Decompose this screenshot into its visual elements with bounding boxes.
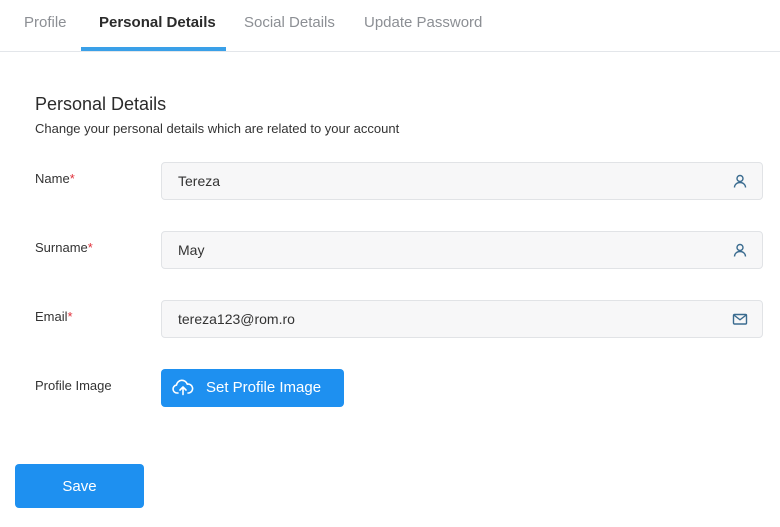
set-profile-image-label: Set Profile Image [206,379,322,396]
surname-field [161,231,763,269]
required-mark: * [67,309,73,324]
tab-profile[interactable]: Profile [24,0,67,52]
name-input[interactable] [178,163,718,199]
surname-label-text: Surname [35,240,88,255]
surname-label: Surname* [35,240,93,255]
profile-image-label: Profile Image [35,378,112,393]
name-field [161,162,763,200]
surname-input[interactable] [178,232,718,268]
email-label: Email* [35,309,73,324]
section-subtitle: Change your personal details which are r… [35,121,400,136]
required-mark: * [69,171,75,186]
email-field [161,300,763,338]
save-button[interactable]: Save [15,464,144,508]
name-label: Name* [35,171,75,186]
name-label-text: Name [35,171,70,186]
mail-icon [732,313,748,325]
section-title: Personal Details [35,94,167,114]
tab-social-details[interactable]: Social Details [244,0,335,52]
user-icon [733,174,747,188]
active-tab-indicator [81,47,226,51]
email-input[interactable] [178,301,718,337]
email-label-text: Email [35,309,68,324]
tab-update-password[interactable]: Update Password [364,0,482,52]
set-profile-image-button[interactable]: Set Profile Image [161,369,344,407]
tab-bar: Profile Personal Details Social Details … [0,0,780,52]
required-mark: * [87,240,93,255]
tab-personal-details[interactable]: Personal Details [99,0,216,52]
cloud-upload-icon [172,379,194,396]
user-icon [733,243,747,257]
